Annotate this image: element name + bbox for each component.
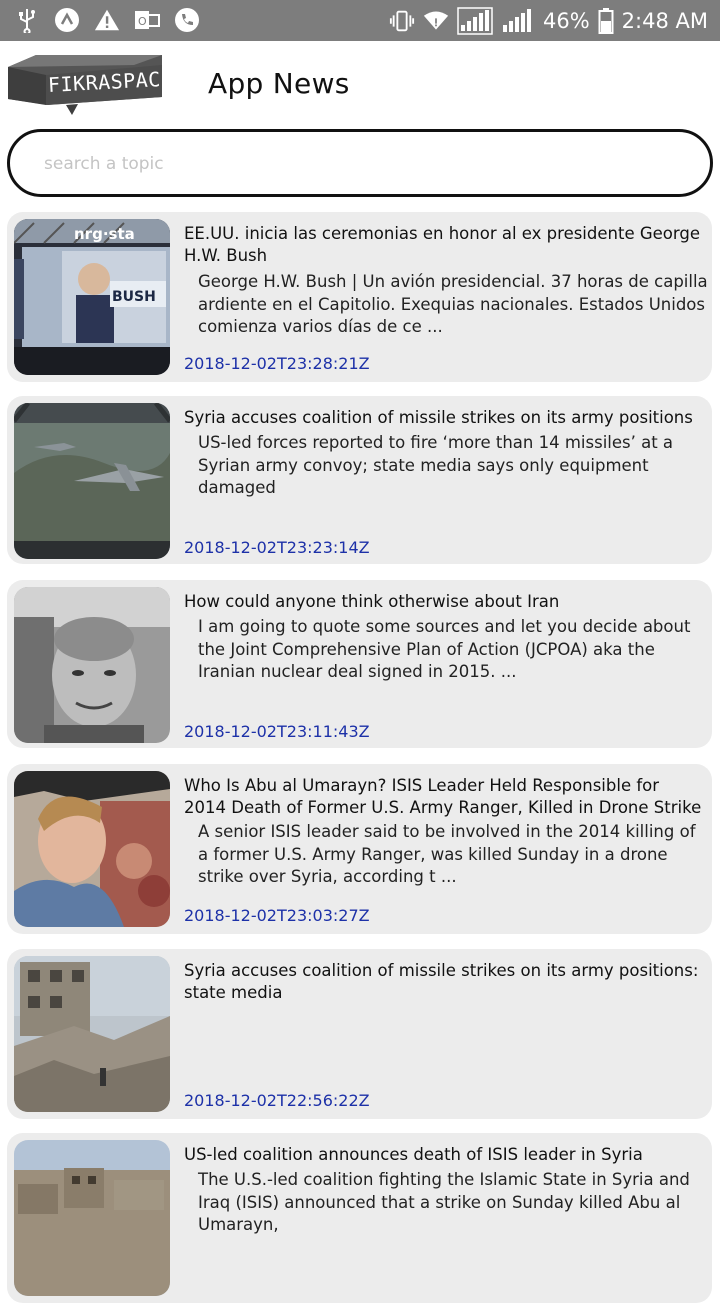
article-description: I am going to quote some sources and let… <box>198 617 691 681</box>
article-date: 2018-12-02T23:28:21Z <box>184 354 370 373</box>
search-input[interactable] <box>42 146 686 182</box>
news-card[interactable]: Syria accuses coalition of missile strik… <box>7 396 712 564</box>
article-thumbnail[interactable]: BUSH nrg·sta <box>14 219 170 375</box>
article-thumbnail[interactable] <box>14 771 170 927</box>
news-card[interactable]: How could anyone think otherwise about I… <box>7 580 712 748</box>
app-header: FIKRASPACE App News <box>0 41 720 129</box>
status-bar: O 46% 2:48 AM <box>0 0 720 41</box>
wifi-icon <box>423 8 449 34</box>
article-title[interactable]: Syria accuses coalition of missile strik… <box>184 960 704 1004</box>
article-description: George H.W. Bush | Un avión presidencial… <box>198 272 708 336</box>
article-date: 2018-12-02T23:11:43Z <box>184 722 370 741</box>
page-title: App News <box>208 67 350 100</box>
news-card[interactable]: Syria accuses coalition of missile strik… <box>7 949 712 1119</box>
article-title[interactable]: Who Is Abu al Umarayn? ISIS Leader Held … <box>184 775 704 819</box>
article-date: 2018-12-02T23:23:14Z <box>184 538 370 557</box>
clock: 2:48 AM <box>621 8 708 33</box>
article-title[interactable]: Syria accuses coalition of missile strik… <box>184 407 704 429</box>
article-title[interactable]: How could anyone think otherwise about I… <box>184 591 704 613</box>
article-title[interactable]: US-led coalition announces death of ISIS… <box>184 1144 704 1166</box>
article-thumbnail[interactable] <box>14 1140 170 1296</box>
article-thumbnail[interactable] <box>14 403 170 559</box>
usb-icon <box>14 7 40 33</box>
article-thumbnail[interactable] <box>14 587 170 743</box>
app-notification-icon <box>54 7 80 33</box>
article-description: A senior ISIS leader said to be involved… <box>198 822 696 886</box>
fikraspace-logo: FIKRASPACE <box>8 49 174 115</box>
article-date: 2018-12-02T23:03:27Z <box>184 906 370 925</box>
article-thumbnail[interactable] <box>14 956 170 1112</box>
svg-text:BUSH: BUSH <box>112 289 156 305</box>
article-title[interactable]: EE.UU. inicia las ceremonias en honor al… <box>184 223 704 267</box>
signal-2g-icon <box>501 8 535 34</box>
outlook-icon: O <box>134 7 160 33</box>
battery-percent: 46% <box>542 8 590 33</box>
news-card[interactable]: Who Is Abu al Umarayn? ISIS Leader Held … <box>7 764 712 934</box>
phone-call-icon <box>174 7 200 33</box>
svg-text:O: O <box>138 15 147 28</box>
article-date: 2018-12-02T22:56:22Z <box>184 1091 370 1110</box>
battery-icon <box>598 7 614 34</box>
warning-icon <box>94 7 120 33</box>
svg-text:nrg·sta: nrg·sta <box>74 225 135 243</box>
search-box[interactable] <box>7 129 713 197</box>
signal-3g-icon <box>457 6 493 35</box>
vibrate-icon <box>389 8 415 34</box>
news-card[interactable]: US-led coalition announces death of ISIS… <box>7 1133 712 1303</box>
article-description: The U.S.-led coalition fighting the Isla… <box>198 1170 690 1234</box>
article-description: US-led forces reported to fire ‘more tha… <box>198 433 674 497</box>
news-card[interactable]: BUSH nrg·sta EE.UU. inicia las ceremonia… <box>7 212 712 382</box>
